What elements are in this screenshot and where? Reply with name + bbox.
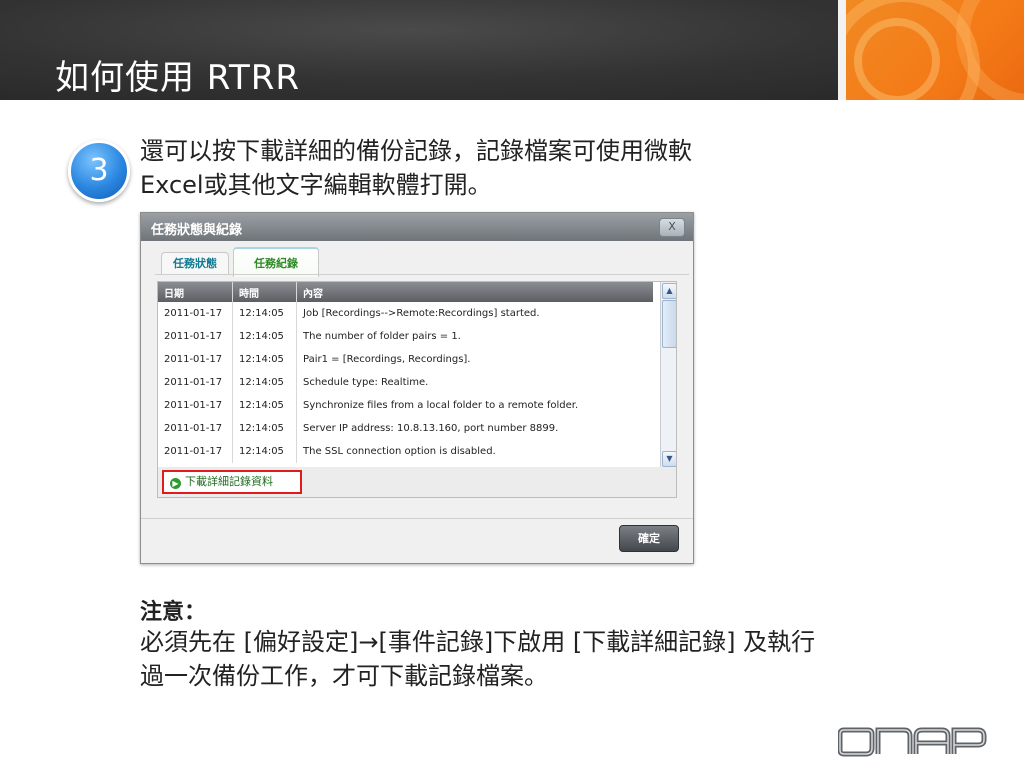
table-row: 2011-01-17 12:14:05 Job [Recordings-->Re… xyxy=(158,302,653,325)
footer-divider xyxy=(141,518,693,519)
cell-content: Job [Recordings-->Remote:Recordings] sta… xyxy=(303,308,540,319)
tab-task-log[interactable]: 任務紀錄 xyxy=(233,247,319,277)
dialog-title: 任務狀態與紀錄 xyxy=(151,223,243,238)
scroll-thumb[interactable] xyxy=(662,300,676,348)
qnap-logo xyxy=(838,727,987,757)
cell-date: 2011-01-17 xyxy=(158,417,233,440)
cell-content: Synchronize files from a local folder to… xyxy=(303,400,579,411)
cell-content: The SSL connection option is disabled. xyxy=(303,446,496,457)
cell-date: 2011-01-17 xyxy=(158,371,233,394)
step-text-line: Excel或其他文字編輯軟體打開。 xyxy=(140,171,492,199)
log-table: 日期 時間 內容 2011-01-17 12:14:05 Job [Record… xyxy=(157,281,677,469)
decor-circle xyxy=(854,18,940,100)
scroll-up-icon[interactable]: ▲ xyxy=(662,283,676,299)
table-row: 2011-01-17 12:14:05 Server IP address: 1… xyxy=(158,417,653,440)
column-header-time[interactable]: 時間 xyxy=(232,282,297,302)
cell-time: 12:14:05 xyxy=(232,417,297,440)
table-row: 2011-01-17 12:14:05 The SSL connection o… xyxy=(158,440,653,463)
note-line: 必須先在 [偏好設定]→[事件記錄]下啟用 [下載詳細記錄] 及執行 xyxy=(140,628,816,656)
orange-decoration xyxy=(846,0,1024,100)
download-bar: ▶ 下載詳細記錄資料 xyxy=(157,467,677,498)
download-link-label: 下載詳細記錄資料 xyxy=(185,475,273,488)
cell-content: Pair1 = [Recordings, Recordings]. xyxy=(303,354,471,365)
cell-date: 2011-01-17 xyxy=(158,394,233,417)
cell-time: 12:14:05 xyxy=(232,440,297,463)
task-status-dialog: 任務狀態與紀錄 X 任務狀態 任務紀錄 日期 時間 內容 2011-01-17 … xyxy=(140,212,694,564)
cell-time: 12:14:05 xyxy=(232,348,297,371)
cell-content: Server IP address: 10.8.13.160, port num… xyxy=(303,423,559,434)
cell-date: 2011-01-17 xyxy=(158,302,233,325)
cell-date: 2011-01-17 xyxy=(158,440,233,463)
note-line: 過一次備份工作，才可下載記錄檔案。 xyxy=(140,662,548,690)
column-header-content[interactable]: 內容 xyxy=(296,282,653,302)
cell-date: 2011-01-17 xyxy=(158,348,233,371)
column-header-date[interactable]: 日期 xyxy=(158,282,233,302)
table-row: 2011-01-17 12:14:05 The number of folder… xyxy=(158,325,653,348)
close-button[interactable]: X xyxy=(659,218,685,237)
ok-button[interactable]: 確定 xyxy=(619,525,679,552)
download-detailed-log-link[interactable]: ▶ 下載詳細記錄資料 xyxy=(162,470,302,494)
step-number-badge: 3 xyxy=(68,140,130,202)
vertical-scrollbar[interactable]: ▲ ▼ xyxy=(660,282,676,468)
step-text-line: 還可以按下載詳細的備份記錄，記錄檔案可使用微軟 xyxy=(140,137,692,165)
slide-title: 如何使用 RTRR xyxy=(55,58,300,98)
cell-content: Schedule type: Realtime. xyxy=(303,377,429,388)
cell-time: 12:14:05 xyxy=(232,371,297,394)
note-title: 注意： xyxy=(140,600,207,625)
cell-content: The number of folder pairs = 1. xyxy=(303,331,461,342)
cell-date: 2011-01-17 xyxy=(158,325,233,348)
table-row: 2011-01-17 12:14:05 Pair1 = [Recordings,… xyxy=(158,348,653,371)
cell-time: 12:14:05 xyxy=(232,302,297,325)
table-row: 2011-01-17 12:14:05 Schedule type: Realt… xyxy=(158,371,653,394)
dialog-titlebar: 任務狀態與紀錄 X xyxy=(141,213,693,241)
note-body: 必須先在 [偏好設定]→[事件記錄]下啟用 [下載詳細記錄] 及執行 過一次備份… xyxy=(140,625,960,693)
tab-divider xyxy=(155,274,689,275)
header-separator xyxy=(838,0,846,100)
arrow-right-circle-icon: ▶ xyxy=(170,478,181,489)
tab-task-status[interactable]: 任務狀態 xyxy=(161,252,229,274)
scroll-down-icon[interactable]: ▼ xyxy=(662,451,676,467)
cell-time: 12:14:05 xyxy=(232,325,297,348)
table-row: 2011-01-17 12:14:05 Synchronize files fr… xyxy=(158,394,653,417)
step-description: 還可以按下載詳細的備份記錄，記錄檔案可使用微軟 Excel或其他文字編輯軟體打開… xyxy=(140,134,840,202)
cell-time: 12:14:05 xyxy=(232,394,297,417)
table-header-row: 日期 時間 內容 xyxy=(158,282,653,302)
